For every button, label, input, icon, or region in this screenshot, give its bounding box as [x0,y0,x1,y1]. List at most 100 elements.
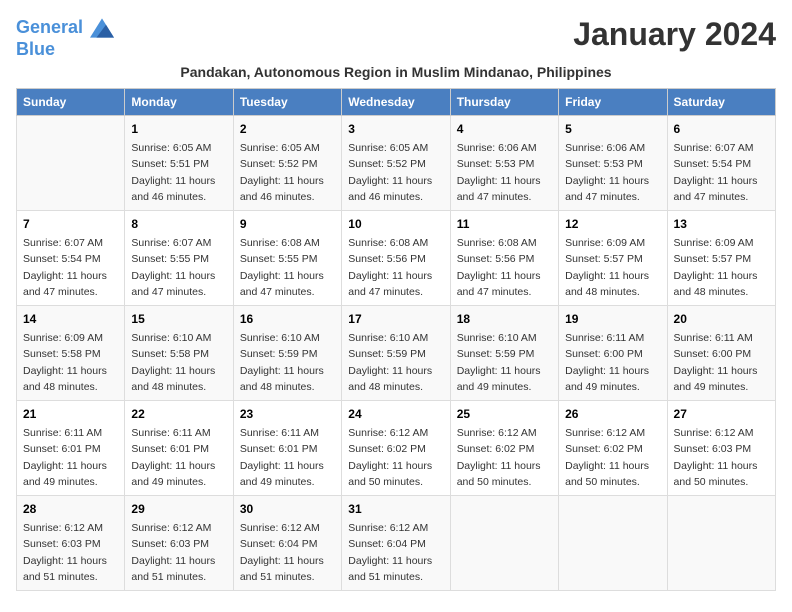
day-number: 10 [348,215,443,233]
day-number: 14 [23,310,118,328]
day-number: 24 [348,405,443,423]
day-number: 7 [23,215,118,233]
header-tuesday: Tuesday [233,88,341,115]
calendar-cell [450,495,558,590]
day-number: 3 [348,120,443,138]
calendar-cell: 1 Sunrise: 6:05 AMSunset: 5:51 PMDayligh… [125,115,233,210]
day-info: Sunrise: 6:10 AMSunset: 5:58 PMDaylight:… [131,332,215,394]
day-number: 30 [240,500,335,518]
calendar-cell: 28 Sunrise: 6:12 AMSunset: 6:03 PMDaylig… [17,495,125,590]
header-monday: Monday [125,88,233,115]
day-number: 17 [348,310,443,328]
day-number: 25 [457,405,552,423]
month-title: January 2024 [573,16,776,53]
week-row-3: 21 Sunrise: 6:11 AMSunset: 6:01 PMDaylig… [17,400,776,495]
day-info: Sunrise: 6:11 AMSunset: 6:01 PMDaylight:… [240,427,324,489]
calendar-cell: 11 Sunrise: 6:08 AMSunset: 5:56 PMDaylig… [450,210,558,305]
calendar-cell [17,115,125,210]
day-info: Sunrise: 6:11 AMSunset: 6:00 PMDaylight:… [674,332,758,394]
location-subtitle: Pandakan, Autonomous Region in Muslim Mi… [16,64,776,80]
day-number: 27 [674,405,769,423]
day-info: Sunrise: 6:06 AMSunset: 5:53 PMDaylight:… [457,142,541,204]
calendar-cell: 9 Sunrise: 6:08 AMSunset: 5:55 PMDayligh… [233,210,341,305]
day-info: Sunrise: 6:11 AMSunset: 6:00 PMDaylight:… [565,332,649,394]
day-number: 31 [348,500,443,518]
page-header: General Blue January 2024 [16,16,776,60]
day-number: 21 [23,405,118,423]
week-row-2: 14 Sunrise: 6:09 AMSunset: 5:58 PMDaylig… [17,305,776,400]
day-number: 13 [674,215,769,233]
day-info: Sunrise: 6:10 AMSunset: 5:59 PMDaylight:… [457,332,541,394]
calendar-cell: 20 Sunrise: 6:11 AMSunset: 6:00 PMDaylig… [667,305,775,400]
day-info: Sunrise: 6:10 AMSunset: 5:59 PMDaylight:… [348,332,432,394]
calendar-cell: 10 Sunrise: 6:08 AMSunset: 5:56 PMDaylig… [342,210,450,305]
calendar-cell: 22 Sunrise: 6:11 AMSunset: 6:01 PMDaylig… [125,400,233,495]
calendar-cell: 6 Sunrise: 6:07 AMSunset: 5:54 PMDayligh… [667,115,775,210]
day-number: 9 [240,215,335,233]
day-info: Sunrise: 6:08 AMSunset: 5:56 PMDaylight:… [457,237,541,299]
calendar-cell: 30 Sunrise: 6:12 AMSunset: 6:04 PMDaylig… [233,495,341,590]
day-info: Sunrise: 6:12 AMSunset: 6:04 PMDaylight:… [240,522,324,584]
calendar-cell: 23 Sunrise: 6:11 AMSunset: 6:01 PMDaylig… [233,400,341,495]
calendar-cell: 7 Sunrise: 6:07 AMSunset: 5:54 PMDayligh… [17,210,125,305]
logo-text: General [16,16,114,40]
calendar-cell: 5 Sunrise: 6:06 AMSunset: 5:53 PMDayligh… [559,115,667,210]
day-info: Sunrise: 6:08 AMSunset: 5:55 PMDaylight:… [240,237,324,299]
day-number: 16 [240,310,335,328]
day-info: Sunrise: 6:11 AMSunset: 6:01 PMDaylight:… [23,427,107,489]
logo: General Blue [16,16,114,60]
day-info: Sunrise: 6:12 AMSunset: 6:03 PMDaylight:… [674,427,758,489]
calendar-header-row: SundayMondayTuesdayWednesdayThursdayFrid… [17,88,776,115]
day-info: Sunrise: 6:07 AMSunset: 5:54 PMDaylight:… [23,237,107,299]
calendar-cell: 27 Sunrise: 6:12 AMSunset: 6:03 PMDaylig… [667,400,775,495]
day-info: Sunrise: 6:05 AMSunset: 5:52 PMDaylight:… [240,142,324,204]
day-number: 23 [240,405,335,423]
header-thursday: Thursday [450,88,558,115]
calendar-cell: 12 Sunrise: 6:09 AMSunset: 5:57 PMDaylig… [559,210,667,305]
day-info: Sunrise: 6:07 AMSunset: 5:54 PMDaylight:… [674,142,758,204]
day-info: Sunrise: 6:12 AMSunset: 6:02 PMDaylight:… [348,427,432,489]
calendar-cell: 3 Sunrise: 6:05 AMSunset: 5:52 PMDayligh… [342,115,450,210]
calendar-cell: 18 Sunrise: 6:10 AMSunset: 5:59 PMDaylig… [450,305,558,400]
day-number: 12 [565,215,660,233]
week-row-1: 7 Sunrise: 6:07 AMSunset: 5:54 PMDayligh… [17,210,776,305]
header-saturday: Saturday [667,88,775,115]
day-info: Sunrise: 6:07 AMSunset: 5:55 PMDaylight:… [131,237,215,299]
week-row-0: 1 Sunrise: 6:05 AMSunset: 5:51 PMDayligh… [17,115,776,210]
header-sunday: Sunday [17,88,125,115]
calendar-cell: 24 Sunrise: 6:12 AMSunset: 6:02 PMDaylig… [342,400,450,495]
calendar-cell: 15 Sunrise: 6:10 AMSunset: 5:58 PMDaylig… [125,305,233,400]
day-number: 29 [131,500,226,518]
day-info: Sunrise: 6:12 AMSunset: 6:03 PMDaylight:… [131,522,215,584]
day-number: 4 [457,120,552,138]
calendar-cell: 26 Sunrise: 6:12 AMSunset: 6:02 PMDaylig… [559,400,667,495]
calendar-cell: 8 Sunrise: 6:07 AMSunset: 5:55 PMDayligh… [125,210,233,305]
calendar-cell: 16 Sunrise: 6:10 AMSunset: 5:59 PMDaylig… [233,305,341,400]
day-info: Sunrise: 6:05 AMSunset: 5:51 PMDaylight:… [131,142,215,204]
day-info: Sunrise: 6:11 AMSunset: 6:01 PMDaylight:… [131,427,215,489]
day-info: Sunrise: 6:10 AMSunset: 5:59 PMDaylight:… [240,332,324,394]
day-number: 8 [131,215,226,233]
day-info: Sunrise: 6:12 AMSunset: 6:02 PMDaylight:… [457,427,541,489]
calendar-cell [559,495,667,590]
calendar-cell: 17 Sunrise: 6:10 AMSunset: 5:59 PMDaylig… [342,305,450,400]
day-number: 11 [457,215,552,233]
calendar-cell: 2 Sunrise: 6:05 AMSunset: 5:52 PMDayligh… [233,115,341,210]
calendar-cell: 13 Sunrise: 6:09 AMSunset: 5:57 PMDaylig… [667,210,775,305]
day-number: 22 [131,405,226,423]
day-number: 28 [23,500,118,518]
day-number: 26 [565,405,660,423]
day-number: 6 [674,120,769,138]
logo-blue: Blue [16,40,114,60]
day-info: Sunrise: 6:09 AMSunset: 5:57 PMDaylight:… [565,237,649,299]
calendar-cell: 14 Sunrise: 6:09 AMSunset: 5:58 PMDaylig… [17,305,125,400]
calendar-cell: 19 Sunrise: 6:11 AMSunset: 6:00 PMDaylig… [559,305,667,400]
day-info: Sunrise: 6:09 AMSunset: 5:58 PMDaylight:… [23,332,107,394]
calendar-cell: 21 Sunrise: 6:11 AMSunset: 6:01 PMDaylig… [17,400,125,495]
calendar-cell: 25 Sunrise: 6:12 AMSunset: 6:02 PMDaylig… [450,400,558,495]
day-number: 2 [240,120,335,138]
calendar-cell: 31 Sunrise: 6:12 AMSunset: 6:04 PMDaylig… [342,495,450,590]
day-number: 1 [131,120,226,138]
week-row-4: 28 Sunrise: 6:12 AMSunset: 6:03 PMDaylig… [17,495,776,590]
calendar-cell [667,495,775,590]
